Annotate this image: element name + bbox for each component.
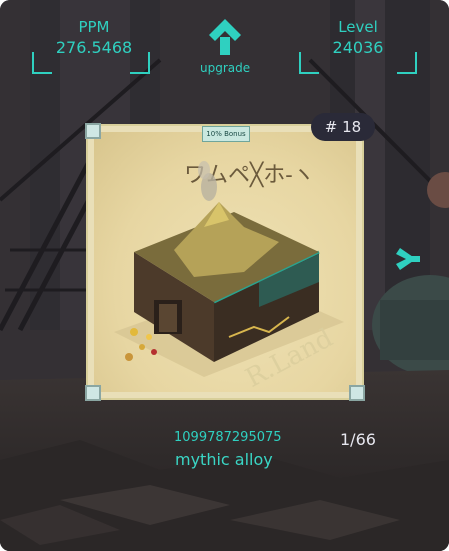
land-artwork: ワムペ╳ホ-ヽ R.Land xyxy=(114,161,344,392)
bonus-badge: 10% Bonus xyxy=(202,126,250,142)
item-id: 1099787295075 xyxy=(174,430,282,445)
item-count: 1/66 xyxy=(340,430,376,449)
upgrade-button[interactable]: upgrade xyxy=(200,17,250,75)
up-chevron-icon xyxy=(209,19,241,55)
land-image: ワムペ╳ホ-ヽ R.Land xyxy=(94,132,356,392)
next-button[interactable] xyxy=(394,244,424,278)
item-name: mythic alloy xyxy=(175,450,273,469)
rank-badge: # 18 xyxy=(311,113,375,141)
card-corner xyxy=(85,385,101,401)
card-corner xyxy=(85,123,101,139)
level-bracket xyxy=(299,52,417,74)
card-corner xyxy=(349,385,365,401)
upgrade-label: upgrade xyxy=(200,61,251,75)
land-card[interactable]: ワムペ╳ホ-ヽ R.Land 10% Bonus xyxy=(85,123,365,401)
ppm-label: PPM xyxy=(78,18,110,36)
ppm-bracket xyxy=(32,52,150,74)
level-label: Level xyxy=(338,18,378,36)
chevron-right-icon xyxy=(396,248,420,270)
land-card-screen: PPM 276.5468 Level 24036 upgrade ワムペ╳ホ-ヽ xyxy=(0,0,449,551)
